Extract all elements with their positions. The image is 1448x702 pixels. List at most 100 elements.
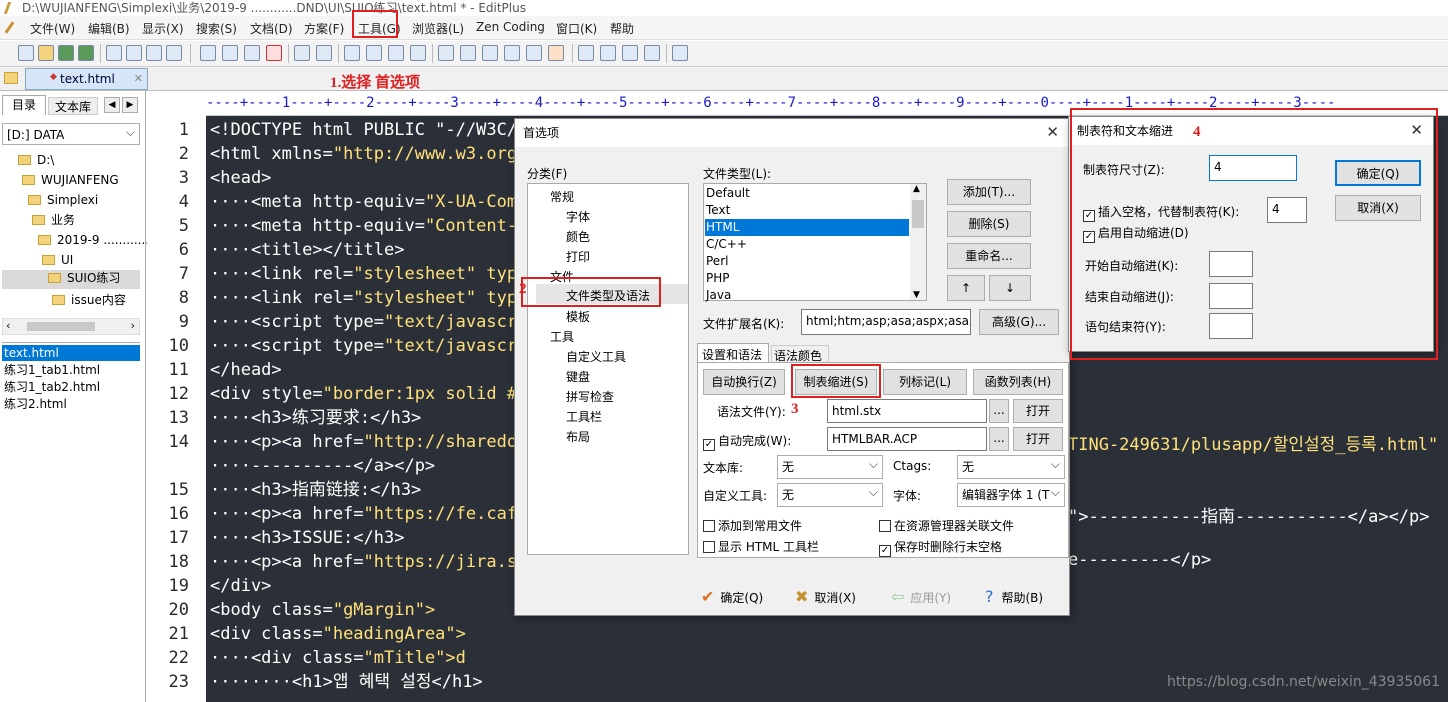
category-item[interactable]: 键盘 bbox=[566, 368, 590, 385]
filetype-item[interactable]: Java bbox=[706, 288, 731, 302]
add-filetype-button[interactable]: 添加(T)... bbox=[947, 179, 1031, 205]
tab-text-html[interactable]: text.html ✕ bbox=[25, 68, 148, 90]
add-recent-checkbox[interactable]: 添加到常用文件 bbox=[703, 517, 802, 534]
browse-autocomplete-button[interactable]: ... bbox=[989, 427, 1009, 451]
delete-icon[interactable] bbox=[266, 45, 282, 61]
cut-icon[interactable] bbox=[200, 45, 216, 61]
menu-document[interactable]: 文档(D) bbox=[250, 20, 293, 37]
filetype-item[interactable]: Perl bbox=[706, 254, 728, 268]
checkbox-icon[interactable] bbox=[703, 520, 715, 532]
delete-filetype-button[interactable]: 删除(S) bbox=[947, 211, 1031, 237]
font-size-icon[interactable] bbox=[438, 45, 454, 61]
filetype-item-selected[interactable]: HTML bbox=[705, 219, 909, 236]
move-up-button[interactable]: ↑ bbox=[947, 275, 985, 301]
tree-item-selected[interactable]: SUIO练习 bbox=[2, 270, 140, 289]
menu-search[interactable]: 搜索(S) bbox=[196, 20, 237, 37]
tree-item[interactable]: UI bbox=[42, 252, 73, 268]
ctags-select[interactable]: 无 bbox=[957, 453, 1065, 479]
category-item[interactable]: 自定义工具 bbox=[566, 348, 626, 365]
output-icon[interactable] bbox=[622, 45, 638, 61]
apply-button[interactable]: ⇦ 应用(Y) bbox=[891, 587, 951, 606]
window-icon[interactable] bbox=[578, 45, 594, 61]
extension-input[interactable]: html;htm;asp;asa;aspx;asax;s bbox=[801, 309, 971, 335]
check-icon[interactable] bbox=[548, 45, 564, 61]
scroll-thumb[interactable] bbox=[27, 322, 95, 331]
scroll-left-icon[interactable]: ‹ bbox=[6, 319, 10, 332]
sidebar-prev-button[interactable]: ◀ bbox=[104, 97, 120, 113]
convert-icon[interactable] bbox=[166, 45, 182, 61]
close-icon[interactable]: ✕ bbox=[134, 69, 143, 89]
font-select[interactable]: 编辑器字体 1 (T bbox=[957, 481, 1065, 507]
file-list-item[interactable]: 练习1_tab2.html bbox=[4, 379, 100, 395]
category-item[interactable]: 拼写检查 bbox=[566, 388, 614, 405]
tree-item[interactable]: issue内容 bbox=[52, 292, 126, 308]
category-item[interactable]: 常规 bbox=[550, 188, 574, 205]
menu-view[interactable]: 显示(X) bbox=[142, 20, 184, 37]
filetype-item[interactable]: Default bbox=[706, 186, 750, 200]
file-list-item-selected[interactable]: text.html bbox=[2, 345, 140, 361]
auto-wrap-button[interactable]: 自动换行(Z) bbox=[703, 369, 785, 395]
tree-item[interactable]: D:\ bbox=[18, 152, 54, 168]
sidebar-tab-cliptext[interactable]: 文本库 bbox=[48, 97, 98, 115]
scroll-thumb[interactable] bbox=[912, 200, 924, 228]
checkbox-icon[interactable] bbox=[879, 520, 891, 532]
tree-item[interactable]: Simplexi bbox=[28, 192, 98, 208]
ok-button[interactable]: ✔ 确定(Q) bbox=[701, 587, 763, 606]
save-all-icon[interactable] bbox=[78, 45, 94, 61]
tree-item[interactable]: 2019-9 ............ bbox=[38, 232, 149, 248]
tree-item[interactable]: WUJIANFENG bbox=[22, 172, 119, 188]
open-autocomplete-button[interactable]: 打开 bbox=[1013, 427, 1063, 451]
category-item[interactable]: 布局 bbox=[566, 428, 590, 445]
move-down-button[interactable]: ↓ bbox=[989, 275, 1031, 301]
replace-icon[interactable] bbox=[366, 45, 382, 61]
scroll-right-icon[interactable]: › bbox=[131, 319, 135, 332]
file-list-item[interactable]: 练习2.html bbox=[4, 396, 67, 412]
directory-icon[interactable] bbox=[600, 45, 616, 61]
rename-filetype-button[interactable]: 重命名... bbox=[947, 243, 1031, 269]
cliptext-icon[interactable] bbox=[644, 45, 660, 61]
category-item[interactable]: 颜色 bbox=[566, 228, 590, 245]
save-icon[interactable] bbox=[58, 45, 74, 61]
abc-icon[interactable] bbox=[526, 45, 542, 61]
function-list-button[interactable]: 函数列表(H) bbox=[973, 369, 1063, 395]
menu-edit[interactable]: 编辑(B) bbox=[88, 20, 130, 37]
autocomplete-checkbox[interactable]: ✓ 自动完成(W): bbox=[703, 432, 791, 451]
advanced-button[interactable]: 高级(G)... bbox=[979, 309, 1059, 335]
filetype-item[interactable]: Text bbox=[706, 203, 730, 217]
tree-item[interactable]: 业务 bbox=[32, 212, 75, 228]
filetype-list[interactable]: Default Text HTML C/C++ Perl PHP Java ▲ ▼ bbox=[703, 183, 927, 302]
word-wrap-icon[interactable] bbox=[482, 45, 498, 61]
paste-icon[interactable] bbox=[244, 45, 260, 61]
open-syntax-button[interactable]: 打开 bbox=[1013, 399, 1063, 423]
tree-scrollbar[interactable]: ‹ › bbox=[2, 318, 140, 335]
copy-icon[interactable] bbox=[222, 45, 238, 61]
help-pointer-icon[interactable] bbox=[672, 45, 688, 61]
undo-icon[interactable] bbox=[294, 45, 310, 61]
goto-icon[interactable] bbox=[410, 45, 426, 61]
menu-file[interactable]: 文件(W) bbox=[30, 20, 75, 37]
subtab-syntax-colors[interactable]: 语法颜色 bbox=[771, 345, 829, 363]
close-icon[interactable]: ✕ bbox=[1046, 123, 1059, 141]
menu-browser[interactable]: 浏览器(L) bbox=[412, 20, 464, 37]
open-folder-icon[interactable] bbox=[38, 45, 54, 61]
column-marker-button[interactable]: 列标记(L) bbox=[883, 369, 967, 395]
checkbox-checked-icon[interactable]: ✓ bbox=[879, 545, 891, 557]
spellcheck-icon[interactable] bbox=[146, 45, 162, 61]
category-item[interactable]: 打印 bbox=[566, 248, 590, 265]
html-toolbar-checkbox[interactable]: 显示 HTML 工具栏 bbox=[703, 538, 819, 555]
category-item[interactable]: 模板 bbox=[566, 308, 590, 325]
explorer-assoc-checkbox[interactable]: 在资源管理器关联文件 bbox=[879, 517, 1014, 534]
filetype-item[interactable]: C/C++ bbox=[706, 237, 747, 251]
menu-zen-coding[interactable]: Zen Coding bbox=[476, 20, 545, 34]
browse-syntax-button[interactable]: ... bbox=[989, 399, 1009, 423]
category-item[interactable]: 工具 bbox=[550, 328, 574, 345]
subtab-settings[interactable]: 设置和语法 bbox=[697, 343, 769, 363]
checkbox-checked-icon[interactable]: ✓ bbox=[703, 439, 715, 451]
print-icon[interactable] bbox=[126, 45, 142, 61]
menu-window[interactable]: 窗口(K) bbox=[556, 20, 597, 37]
filetype-item[interactable]: PHP bbox=[706, 271, 730, 285]
library-select[interactable]: 无 bbox=[777, 453, 883, 479]
scroll-up-icon[interactable]: ▲ bbox=[913, 184, 920, 194]
autocomplete-input[interactable]: HTMLBAR.ACP bbox=[827, 427, 987, 451]
category-item[interactable]: 字体 bbox=[566, 208, 590, 225]
